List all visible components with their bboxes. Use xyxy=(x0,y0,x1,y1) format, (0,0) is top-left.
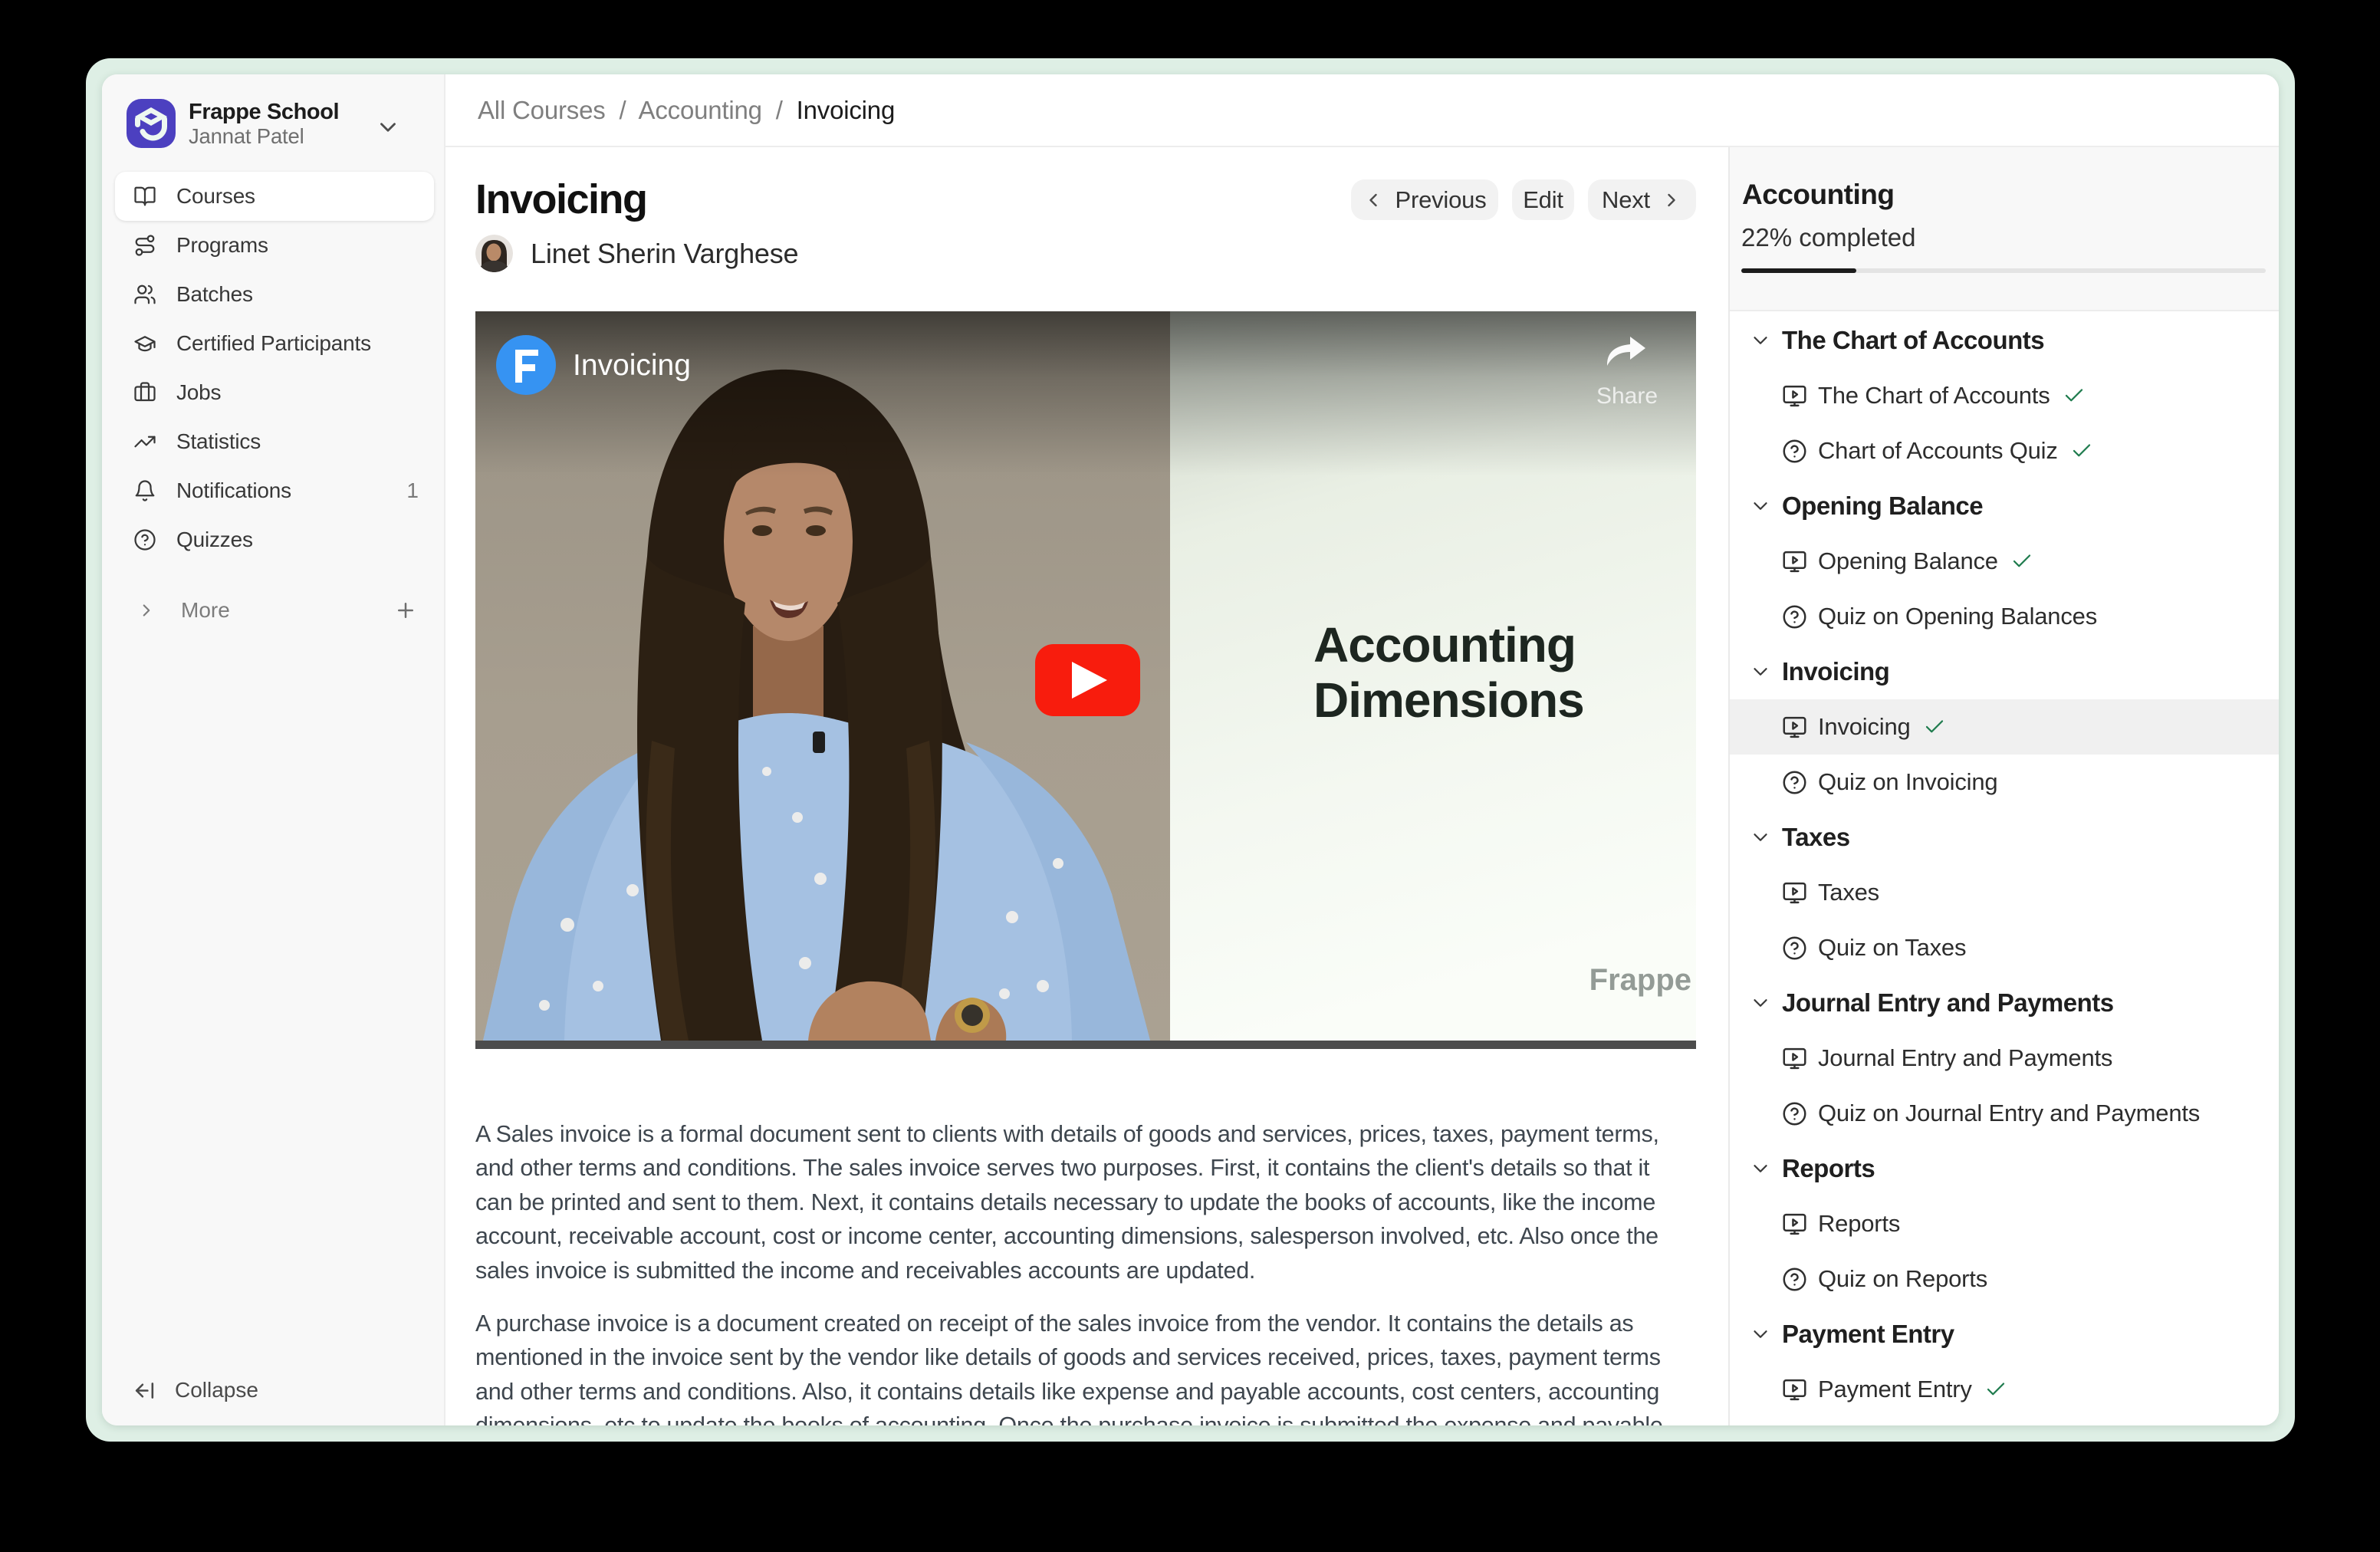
svg-text:Frappe: Frappe xyxy=(1589,963,1691,997)
svg-text:Share: Share xyxy=(1596,383,1658,409)
svg-text:Accounting: Accounting xyxy=(1313,617,1576,672)
svg-text:Dimensions: Dimensions xyxy=(1313,672,1584,728)
svg-text:Invoicing: Invoicing xyxy=(573,349,691,382)
